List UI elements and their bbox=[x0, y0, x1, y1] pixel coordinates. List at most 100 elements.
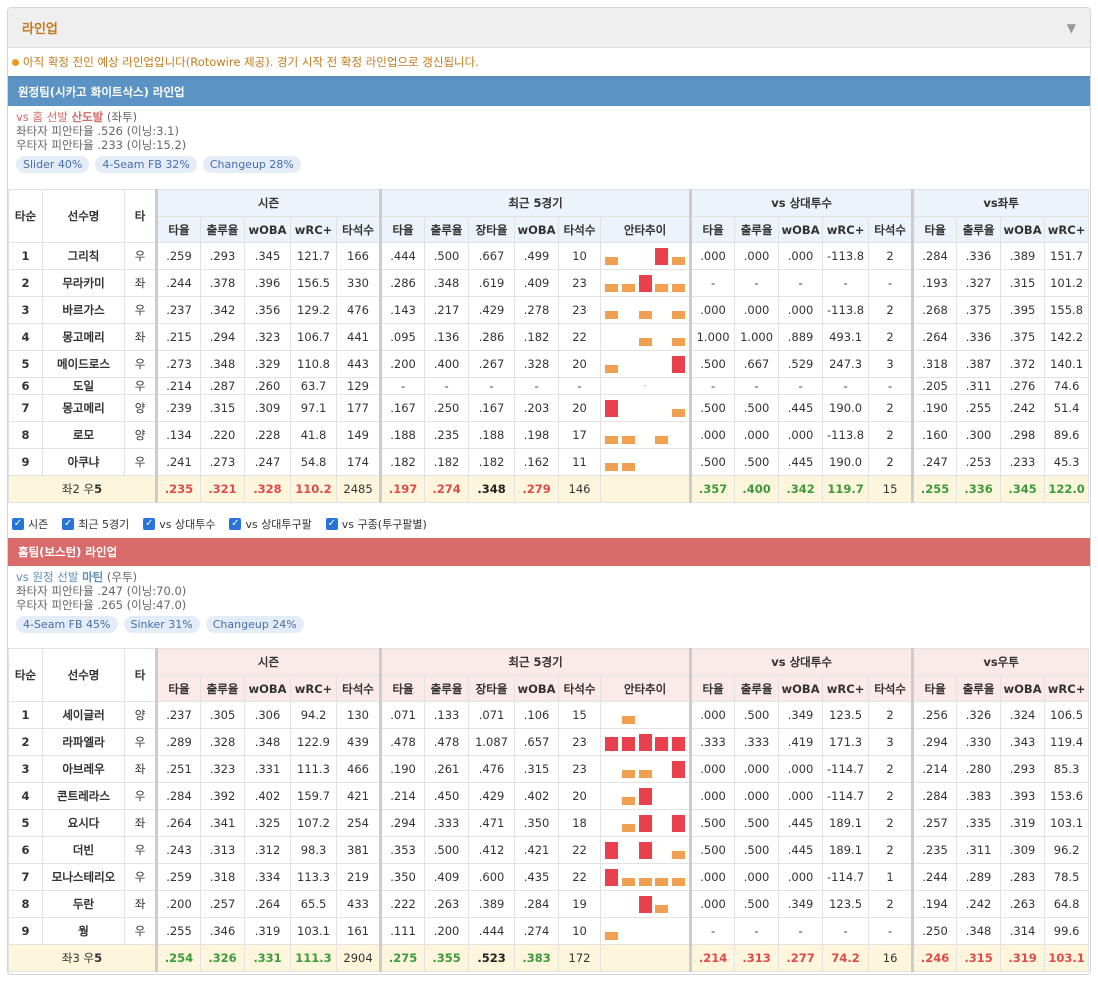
split-stat: .235 bbox=[912, 836, 958, 864]
table-row[interactable]: 1 그리칙 우 .259.293.345 121.7 166.444.500.667.49… bbox=[8, 242, 1090, 270]
player-name[interactable]: 아브레우 bbox=[42, 755, 125, 783]
vs-pitcher-stat: .000 bbox=[690, 242, 736, 270]
player-name[interactable]: 웡 bbox=[42, 917, 125, 945]
vs-pitcher-stat: .500 bbox=[734, 836, 780, 864]
table-row[interactable]: 6 도일 우 .214.287.260 63.7 129- - - - - - - - - - - .205.3… bbox=[8, 377, 1090, 395]
player-name[interactable]: 아쿠냐 bbox=[42, 448, 125, 476]
checkbox-checked-icon[interactable]: ✓ bbox=[229, 518, 242, 530]
panel-header[interactable]: 라인업 ▼ bbox=[8, 8, 1090, 48]
recent-stat: .200 bbox=[424, 917, 470, 945]
table-row[interactable]: 9 아쿠냐 우 .241.273.247 54.8 174.182.182.182.162… bbox=[8, 448, 1090, 476]
group-header-vs-pitcher: vs 상대투수 bbox=[690, 648, 915, 676]
bat-hand: 우 bbox=[124, 350, 158, 378]
filter-checkbox[interactable]: ✓ vs 상대투구팔 bbox=[229, 516, 312, 532]
player-name[interactable]: 라파엘라 bbox=[42, 728, 125, 756]
player-name[interactable]: 세이글러 bbox=[42, 701, 125, 729]
recent-stat: .286 bbox=[468, 323, 516, 351]
player-name[interactable]: 몽고메리 bbox=[42, 394, 125, 422]
split-stat: .268 bbox=[912, 296, 958, 324]
vs-pitcher-stat: .889 bbox=[778, 323, 824, 351]
player-name[interactable]: 그리칙 bbox=[42, 242, 125, 270]
player-name[interactable]: 몽고메리 bbox=[42, 323, 125, 351]
hit-trend-sparkline bbox=[600, 701, 693, 729]
table-row[interactable]: 5 메이드로스 우 .273.348.329 110.8 443.200.400.267.… bbox=[8, 350, 1090, 378]
player-name[interactable]: 메이드로스 bbox=[42, 350, 125, 378]
home-sp-name[interactable]: 마틴 bbox=[82, 570, 103, 584]
player-name[interactable]: 로모 bbox=[42, 421, 125, 449]
player-name[interactable]: 바르가스 bbox=[42, 296, 125, 324]
table-row[interactable]: 1 세이글러 양 .237.305.306 94.2 130.071.133.071.10… bbox=[8, 701, 1090, 729]
vs-pitcher-stat: 2 bbox=[868, 296, 915, 324]
player-name[interactable]: 도일 bbox=[42, 377, 125, 395]
season-stat: .243 bbox=[156, 836, 201, 864]
table-row[interactable]: 3 바르가스 우 .237.342.356 129.2 476.143.217.429.2… bbox=[8, 296, 1090, 324]
split-stat: 151.7 bbox=[1044, 242, 1090, 270]
vs-pitcher-stat: .333 bbox=[734, 728, 780, 756]
batting-order: 5 bbox=[8, 350, 43, 378]
player-name[interactable]: 콘트레라스 bbox=[42, 782, 125, 810]
total-recent-stat: 146 bbox=[558, 475, 602, 503]
away-sp-name[interactable]: 산도발 bbox=[72, 110, 104, 124]
table-row[interactable]: 6 더빈 우 .243.313.312 98.3 381.353.500.412.421 2… bbox=[8, 836, 1090, 864]
collapse-triangle-icon[interactable]: ▼ bbox=[1067, 21, 1076, 35]
recent-stat: .333 bbox=[424, 809, 470, 837]
filter-checkbox[interactable]: ✓ vs 구종(투구팔별) bbox=[325, 516, 427, 532]
recent-stat: 10 bbox=[558, 242, 602, 270]
filter-checkbox[interactable]: ✓ 최근 5경기 bbox=[62, 516, 129, 532]
season-stat: 433 bbox=[335, 890, 383, 918]
home-lineup-table-wrap[interactable]: 타순 선수명 타 시즌 최근 5경기 vs 상대투수 vs우투 타율 출루율 wOBA wRC+ 타석… bbox=[8, 648, 1090, 972]
player-name[interactable]: 모나스테리오 bbox=[42, 863, 125, 891]
filter-checkbox[interactable]: ✓ vs 상대투수 bbox=[143, 516, 215, 532]
season-stat: .273 bbox=[200, 448, 245, 476]
split-stat: .395 bbox=[1000, 296, 1046, 324]
table-row[interactable]: 4 몽고메리 좌 .215.294.323 106.7 441.095.136.286.1… bbox=[8, 323, 1090, 351]
sparkline-bar bbox=[655, 247, 669, 265]
filter-checkbox[interactable]: ✓ 시즌 bbox=[12, 516, 48, 532]
season-stat: 113.3 bbox=[290, 863, 337, 891]
player-name[interactable]: 요시다 bbox=[42, 809, 125, 837]
season-stat: .244 bbox=[156, 269, 201, 297]
recent-stat: .286 bbox=[380, 269, 426, 297]
vs-pitcher-stat: -113.8 bbox=[822, 421, 870, 449]
checkbox-checked-icon[interactable]: ✓ bbox=[12, 518, 24, 530]
recent-stat: .350 bbox=[380, 863, 426, 891]
split-stat: .315 bbox=[1000, 269, 1046, 297]
recent-stat: 19 bbox=[558, 890, 602, 918]
recent-stat: .136 bbox=[424, 323, 470, 351]
batting-order: 9 bbox=[8, 448, 43, 476]
table-row[interactable]: 4 콘트레라스 우 .284.392.402 159.7 421.214.450.429.… bbox=[8, 782, 1090, 810]
table-row[interactable]: 2 무라카미 좌 .244.378.396 156.5 330.286.348.619.4… bbox=[8, 269, 1090, 297]
table-row[interactable]: 8 두란 좌 .200.257.264 65.5 433.222.263.389.284 1… bbox=[8, 890, 1090, 918]
sparkline-bar bbox=[655, 736, 669, 751]
table-row[interactable]: 9 웡 우 .255.346.319 103.1 161.111.200.444.274 1… bbox=[8, 917, 1090, 945]
season-stat: .241 bbox=[156, 448, 201, 476]
table-row[interactable]: 5 요시다 좌 .264.341.325 107.2 254.294.333.471.35… bbox=[8, 809, 1090, 837]
vs-pitcher-stat: .419 bbox=[778, 728, 824, 756]
batting-order: 6 bbox=[8, 377, 43, 395]
batting-order: 7 bbox=[8, 394, 43, 422]
table-row[interactable]: 7 몽고메리 양 .239.315.309 97.1 177.167.250.167.20… bbox=[8, 394, 1090, 422]
recent-stat: .182 bbox=[424, 448, 470, 476]
player-name[interactable]: 두란 bbox=[42, 890, 125, 918]
season-stat: .328 bbox=[200, 728, 245, 756]
checkbox-checked-icon[interactable]: ✓ bbox=[143, 518, 156, 530]
checkbox-checked-icon[interactable]: ✓ bbox=[325, 518, 338, 530]
split-stat: .283 bbox=[1000, 863, 1046, 891]
table-row[interactable]: 7 모나스테리오 우 .259.318.334 113.3 219.350.409.600… bbox=[8, 863, 1090, 891]
total-label: 좌3 우5 bbox=[8, 944, 158, 972]
bat-hand: 우 bbox=[124, 863, 158, 891]
recent-stat: .348 bbox=[424, 269, 470, 297]
table-row[interactable]: 3 아브레우 좌 .251.323.331 111.3 466.190.261.476.3… bbox=[8, 755, 1090, 783]
split-stat: .318 bbox=[912, 350, 958, 378]
season-stat: 149 bbox=[335, 421, 383, 449]
checkbox-checked-icon[interactable]: ✓ bbox=[62, 518, 75, 530]
total-recent-stat: .348 bbox=[468, 475, 516, 503]
away-lineup-table-wrap[interactable]: 타순 선수명 타 시즌 최근 5경기 vs 상대투수 vs좌투 타율 출루율 wOBA wRC+ 타석… bbox=[8, 189, 1090, 503]
table-row[interactable]: 2 라파엘라 우 .289.328.348 122.9 439.478.478 1.087.… bbox=[8, 728, 1090, 756]
player-name[interactable]: 무라카미 bbox=[42, 269, 125, 297]
total-season-stat: 110.2 bbox=[290, 475, 337, 503]
recent-stat: .471 bbox=[468, 809, 516, 837]
table-row[interactable]: 8 로모 양 .134.220.228 41.8 149.188.235.188.198 1… bbox=[8, 421, 1090, 449]
vs-pitcher-stat: .445 bbox=[778, 448, 824, 476]
player-name[interactable]: 더빈 bbox=[42, 836, 125, 864]
